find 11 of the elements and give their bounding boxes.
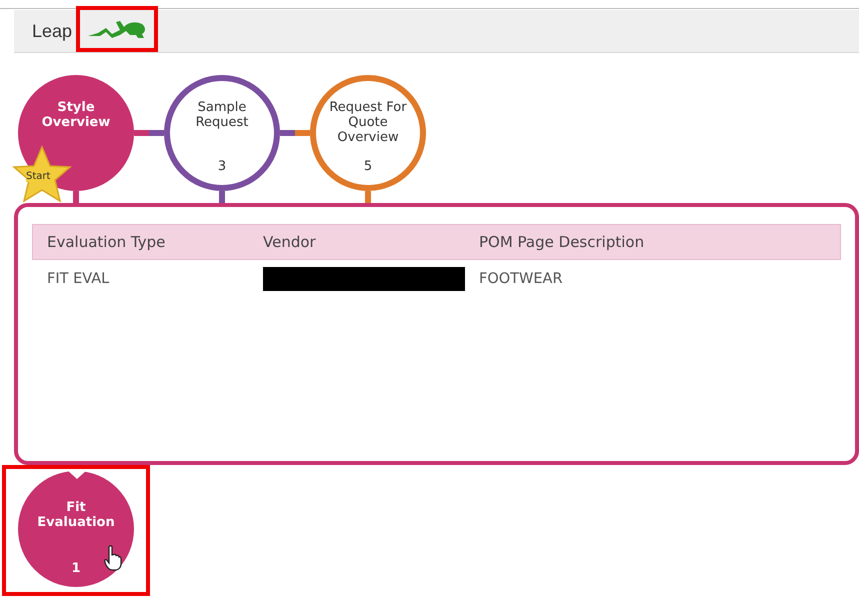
start-star-badge: Start bbox=[12, 145, 72, 203]
hand-cursor-icon bbox=[104, 545, 122, 571]
column-header: Vendor bbox=[263, 233, 317, 251]
column-header: Evaluation Type bbox=[47, 233, 166, 251]
table-cell: FOOTWEAR bbox=[479, 271, 563, 287]
table-cell-text: FIT EVAL bbox=[47, 271, 110, 287]
app-title: Leap bbox=[32, 20, 72, 42]
column-header: POM Page Description bbox=[479, 233, 644, 251]
stage-node[interactable]: Request For Quote Overview 5 bbox=[310, 75, 426, 191]
stage-node[interactable]: Sample Request 3 bbox=[164, 75, 280, 191]
stage-node[interactable]: Fit Evaluation 1 bbox=[18, 471, 134, 587]
